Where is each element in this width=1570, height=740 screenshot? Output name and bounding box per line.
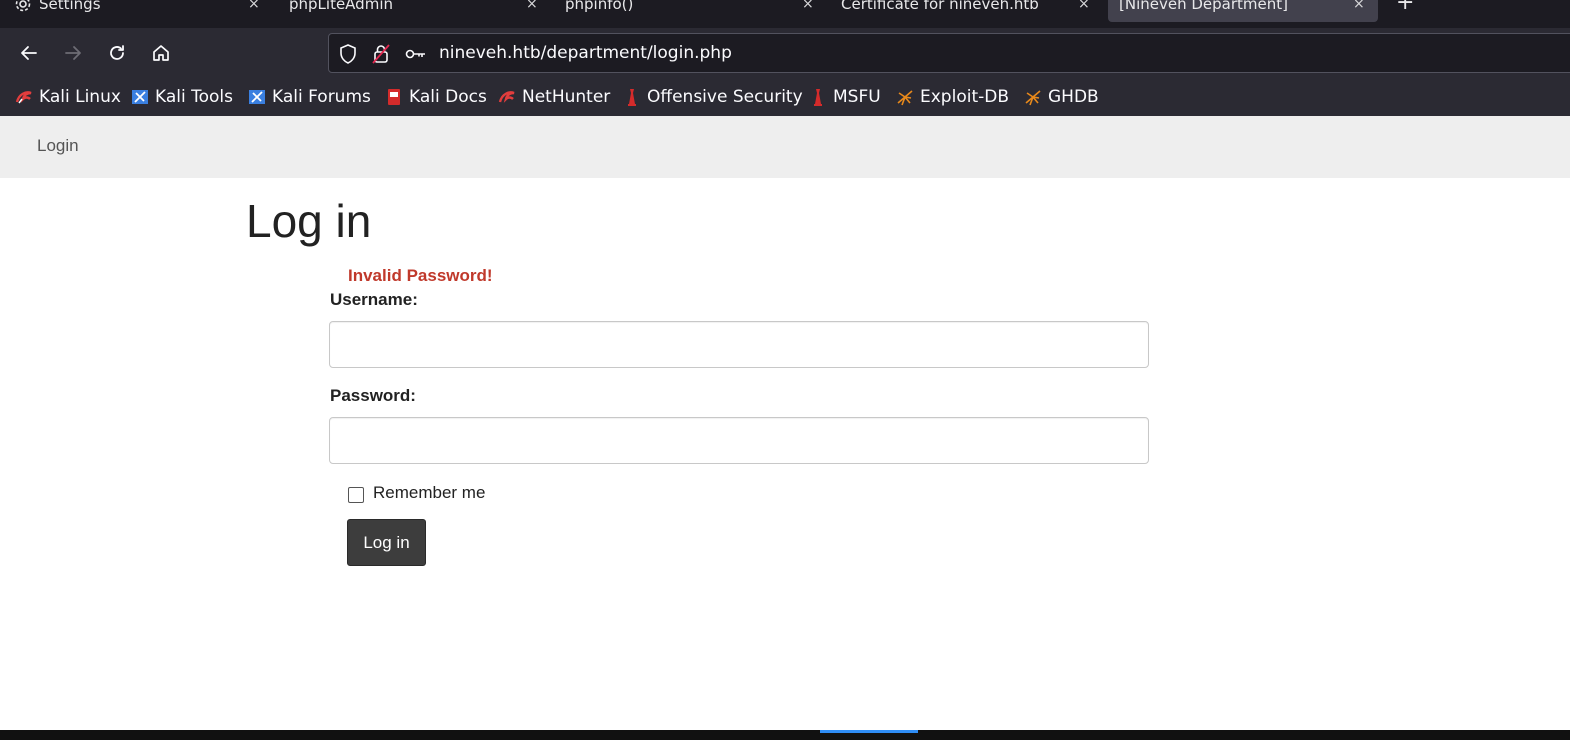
bookmark-label: Kali Docs: [409, 87, 487, 107]
close-icon[interactable]: ×: [248, 0, 260, 16]
bookmark-label: MSFU: [833, 87, 881, 107]
bookmark-label: Kali Linux: [39, 87, 121, 107]
close-icon[interactable]: ×: [526, 0, 538, 16]
username-label: Username:: [330, 290, 418, 309]
page-content: Login Log in Invalid Password! Username:…: [0, 116, 1570, 730]
insecure-lock-icon[interactable]: [372, 44, 390, 68]
tab-phpinfo[interactable]: phpinfo() ×: [554, 0, 824, 22]
close-icon[interactable]: ×: [1353, 0, 1365, 16]
tab-certificate[interactable]: Certificate for nineveh.htb ×: [830, 0, 1100, 22]
tab-title: Settings: [39, 0, 101, 13]
bookmark-label: NetHunter: [522, 87, 611, 107]
tab-title: phpLiteAdmin: [289, 0, 393, 13]
tab-nineveh-department[interactable]: [Nineveh Department] ×: [1108, 0, 1378, 22]
username-field[interactable]: [329, 321, 1149, 368]
bookmark-label: GHDB: [1048, 87, 1099, 107]
bookmark-exploit-db[interactable]: Exploit-DB: [896, 86, 1009, 108]
password-label: Password:: [330, 386, 416, 405]
active-window-indicator: [820, 730, 918, 733]
key-icon[interactable]: [405, 44, 427, 68]
navigation-bar: nineveh.htb/department/login.php: [0, 28, 1570, 78]
kali-docs-icon: [385, 88, 403, 106]
nav-link-login[interactable]: Login: [37, 136, 79, 156]
kali-linux-icon: [15, 88, 33, 106]
bookmarks-toolbar: Kali Linux Kali Tools Kali Forums Kali D…: [0, 78, 1570, 116]
remember-me-checkbox[interactable]: [348, 487, 364, 503]
exploit-db-icon: [896, 88, 914, 106]
tab-title: Certificate for nineveh.htb: [841, 0, 1039, 13]
kali-forums-icon: [248, 88, 266, 106]
home-icon: [153, 45, 169, 61]
bookmark-label: Exploit-DB: [920, 87, 1009, 107]
password-field[interactable]: [329, 417, 1149, 464]
forward-button[interactable]: [60, 40, 86, 66]
close-icon[interactable]: ×: [802, 0, 814, 16]
shield-icon[interactable]: [339, 44, 357, 68]
bookmark-nethunter[interactable]: NetHunter: [498, 86, 610, 108]
home-button[interactable]: [148, 40, 174, 66]
reload-button[interactable]: [104, 40, 130, 66]
close-icon[interactable]: ×: [1078, 0, 1090, 16]
reload-icon: [110, 45, 124, 60]
bookmark-kali-tools[interactable]: Kali Tools: [131, 86, 233, 108]
new-tab-button[interactable]: +: [1396, 0, 1414, 15]
tab-title: [Nineveh Department]: [1119, 0, 1288, 13]
ghdb-icon: [1024, 88, 1042, 106]
taskbar: [0, 730, 1570, 740]
nethunter-icon: [498, 88, 516, 106]
bookmark-label: Kali Forums: [272, 87, 371, 107]
tab-strip: Settings × phpLiteAdmin × phpinfo() × Ce…: [0, 0, 1570, 28]
error-message: Invalid Password!: [348, 266, 493, 285]
bookmark-label: Kali Tools: [155, 87, 233, 107]
bookmark-label: Offensive Security: [647, 87, 803, 107]
bookmark-offensive-security[interactable]: Offensive Security: [623, 86, 803, 108]
msfu-icon: [809, 88, 827, 106]
back-button[interactable]: [16, 40, 42, 66]
bookmark-kali-forums[interactable]: Kali Forums: [248, 86, 371, 108]
url-text[interactable]: nineveh.htb/department/login.php: [439, 43, 732, 63]
back-arrow-icon: [21, 46, 37, 60]
bookmark-msfu[interactable]: MSFU: [809, 86, 881, 108]
site-navbar: Login: [0, 116, 1570, 178]
tab-title: phpinfo(): [565, 0, 634, 13]
tab-phpliteadmin[interactable]: phpLiteAdmin ×: [278, 0, 548, 22]
kali-tools-icon: [131, 88, 149, 106]
remember-me-label[interactable]: Remember me: [373, 483, 485, 503]
bookmark-ghdb[interactable]: GHDB: [1024, 86, 1099, 108]
offsec-icon: [623, 88, 641, 106]
page-title: Log in: [246, 195, 372, 247]
bookmark-kali-linux[interactable]: Kali Linux: [15, 86, 121, 108]
bookmark-kali-docs[interactable]: Kali Docs: [385, 86, 487, 108]
forward-arrow-icon: [65, 46, 81, 60]
address-bar[interactable]: nineveh.htb/department/login.php: [328, 33, 1570, 73]
tab-settings[interactable]: Settings ×: [0, 0, 270, 22]
login-button[interactable]: Log in: [347, 519, 426, 566]
gear-icon: [14, 0, 32, 20]
